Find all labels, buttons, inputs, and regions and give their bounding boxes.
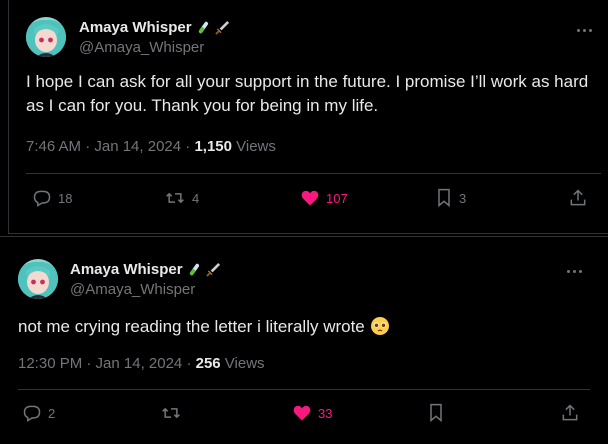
reply-count: 2 — [48, 405, 56, 421]
tweet-timestamp[interactable]: 7:46 AM · Jan 14, 2024 · — [26, 138, 194, 155]
test-tube-icon — [198, 21, 208, 34]
more-options-icon[interactable] — [574, 20, 594, 40]
tweet-meta: 7:46 AM · Jan 14, 2024 · 1,150 Views — [26, 138, 276, 155]
bookmark-button[interactable] — [427, 403, 445, 423]
avatar[interactable] — [26, 17, 66, 57]
reply-icon — [23, 405, 41, 422]
reply-button[interactable]: 2 — [22, 403, 55, 423]
pleading-face-icon — [370, 317, 389, 335]
tweet-text-content: not me crying reading the letter i liter… — [18, 317, 370, 336]
heart-filled-icon — [301, 190, 319, 206]
share-button[interactable] — [568, 188, 588, 208]
author-handle[interactable]: @Amaya_Whisper — [79, 39, 204, 56]
bookmark-button[interactable]: 3 — [435, 188, 466, 208]
avatar[interactable] — [18, 259, 58, 299]
share-icon — [570, 189, 586, 206]
dagger-icon — [214, 20, 229, 35]
author-name[interactable]: Amaya Whisper — [79, 19, 192, 36]
tweet-timestamp[interactable]: 12:30 PM · Jan 14, 2024 · — [18, 355, 196, 372]
repost-icon — [162, 407, 180, 419]
reply-count: 18 — [58, 190, 73, 206]
tweet-card[interactable]: Amaya Whisper @Amaya_Whisper not me cryi… — [0, 236, 608, 444]
like-count: 107 — [326, 190, 348, 206]
author-name[interactable]: Amaya Whisper — [70, 261, 183, 278]
views-label: Views — [220, 355, 265, 372]
view-count: 256 — [195, 355, 221, 372]
repost-count: 4 — [192, 190, 200, 206]
divider — [18, 389, 590, 390]
view-count: 1,150 — [194, 138, 232, 155]
tweet-text: not me crying reading the letter i liter… — [18, 315, 593, 339]
tweet-meta: 12:30 PM · Jan 14, 2024 · 256 Views — [18, 355, 265, 372]
more-options-icon[interactable] — [564, 261, 584, 281]
avatar-image — [18, 259, 58, 299]
heart-filled-icon — [293, 405, 311, 421]
tweet-card[interactable]: Amaya Whisper @Amaya_Whisper I hope I ca… — [8, 0, 608, 234]
reply-icon — [33, 190, 51, 207]
bookmark-count: 3 — [459, 190, 467, 206]
bookmark-icon — [430, 403, 442, 423]
dagger-icon — [205, 262, 220, 277]
avatar-image — [26, 17, 66, 57]
like-count: 33 — [318, 405, 333, 421]
reply-button[interactable]: 18 — [32, 188, 72, 208]
repost-button[interactable]: 4 — [164, 188, 199, 208]
divider — [26, 173, 601, 174]
share-icon — [562, 404, 578, 421]
share-button[interactable] — [560, 403, 580, 423]
like-button[interactable]: 33 — [292, 403, 332, 423]
like-button[interactable]: 107 — [300, 188, 348, 208]
bookmark-icon — [438, 188, 450, 208]
repost-button[interactable] — [160, 403, 188, 423]
author-handle[interactable]: @Amaya_Whisper — [70, 281, 195, 298]
tweet-text: I hope I can ask for all your support in… — [26, 72, 589, 115]
test-tube-icon — [189, 263, 199, 276]
repost-icon — [166, 192, 184, 204]
views-label: Views — [231, 138, 276, 155]
